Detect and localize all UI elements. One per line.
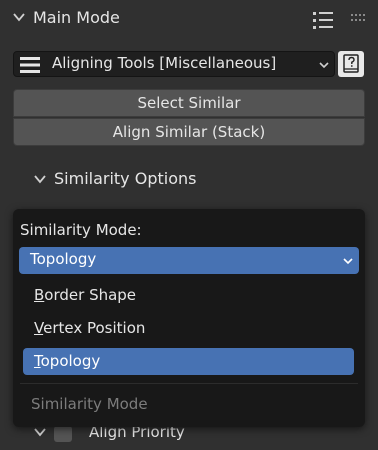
option-border-shape[interactable]: Border Shape: [23, 282, 354, 309]
align-similar-button[interactable]: Align Similar (Stack): [13, 118, 365, 146]
help-book-icon: [343, 54, 359, 73]
align-priority-checkbox[interactable]: [54, 426, 72, 442]
chevron-down-icon: [319, 62, 329, 69]
popup-title: Similarity Mode:: [20, 221, 142, 239]
chevron-down-icon[interactable]: [33, 173, 47, 185]
panel-header[interactable]: Main Mode: [0, 0, 378, 38]
similarity-options-title[interactable]: Similarity Options: [54, 169, 196, 188]
drag-grip-icon[interactable]: [350, 13, 366, 23]
addon-selector[interactable]: Aligning Tools [Miscellaneous]: [13, 51, 335, 77]
hamburger-menu-icon: [20, 57, 40, 73]
chevron-down-icon[interactable]: [12, 10, 26, 24]
select-similar-button[interactable]: Select Similar: [13, 89, 365, 117]
addon-selector-label: Aligning Tools [Miscellaneous]: [52, 54, 277, 72]
select-value: Topology: [30, 250, 97, 268]
option-vertex-position[interactable]: Vertex Position: [23, 315, 354, 342]
popup-footer-title: Similarity Mode: [31, 395, 148, 413]
help-button[interactable]: [338, 51, 364, 77]
option-topology[interactable]: Topology: [23, 348, 354, 375]
chevron-down-icon[interactable]: [33, 426, 47, 438]
properties-panel: Main Mode Aligning Tools [Miscellaneous]: [0, 0, 378, 450]
similarity-mode-select[interactable]: Topology: [19, 247, 359, 274]
chevron-down-icon: [343, 258, 353, 265]
similarity-mode-popup: Similarity Mode: Topology Border Shape V…: [13, 209, 365, 427]
panel-title: Main Mode: [33, 8, 120, 27]
list-icon[interactable]: [312, 10, 334, 30]
popup-divider: [20, 383, 358, 384]
